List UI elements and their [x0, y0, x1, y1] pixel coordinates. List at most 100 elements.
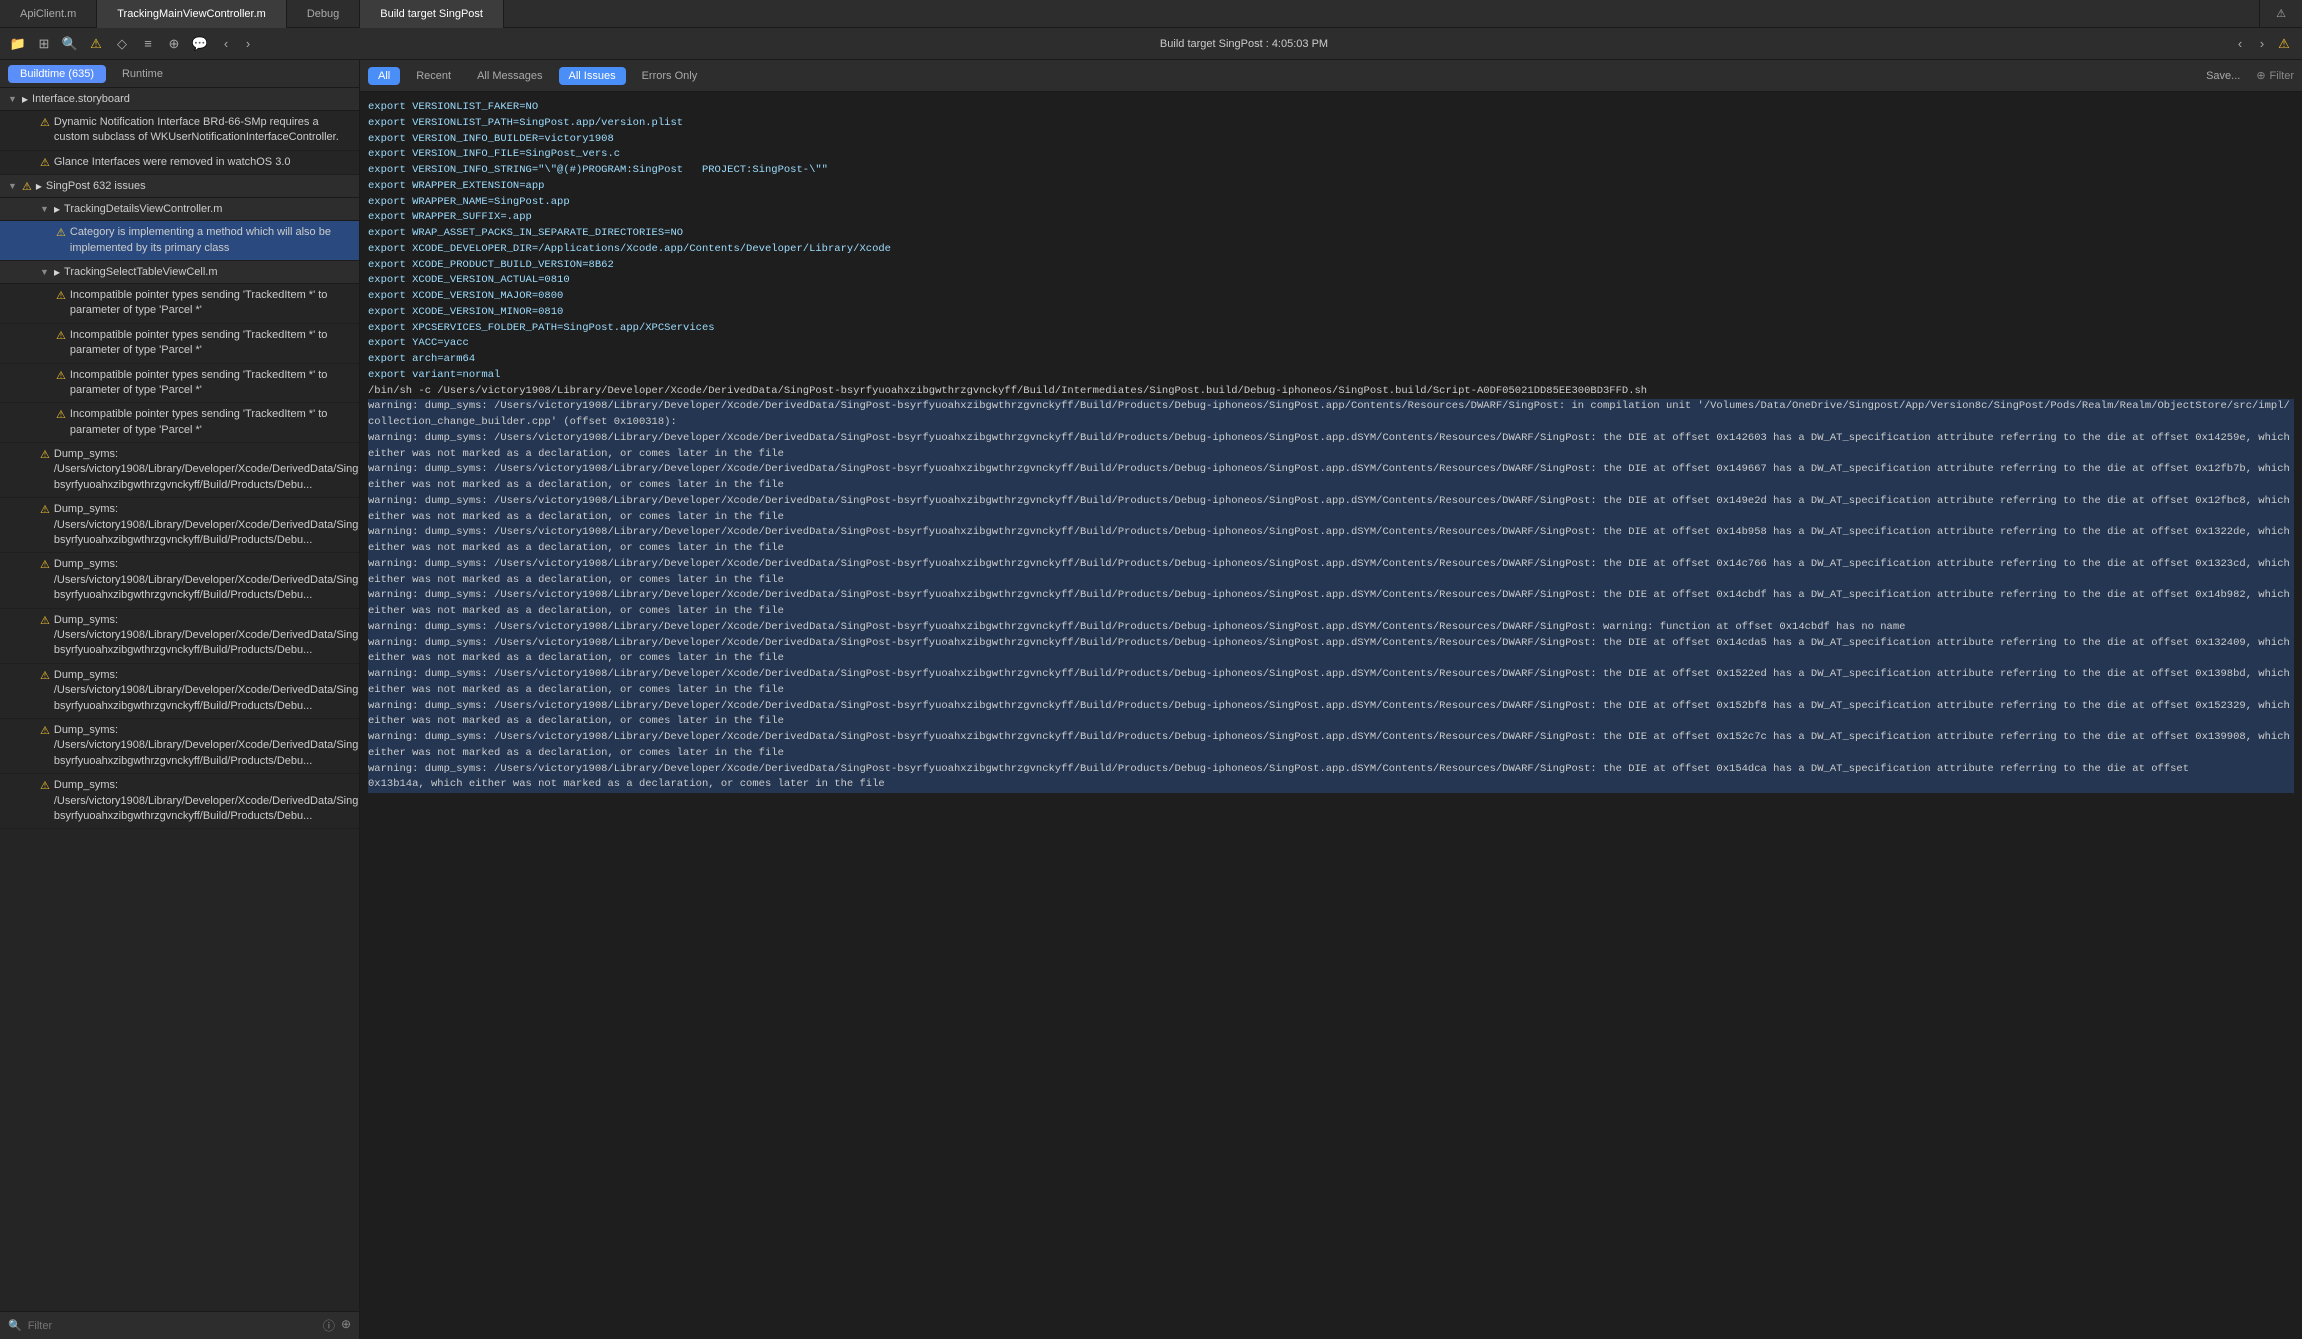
filter-all-messages-btn[interactable]: All Messages [467, 67, 552, 85]
log-line: warning: dump_syms: /Users/victory1908/L… [368, 762, 2294, 778]
group-tracking-details[interactable]: ▼ ▸ TrackingDetailsViewController.m [0, 198, 359, 221]
filter-add-icon[interactable]: ⊕ [341, 1317, 351, 1334]
log-line: export VERSIONLIST_FAKER=NO [368, 100, 2294, 116]
tab-api-client-label: ApiClient.m [20, 8, 76, 20]
tab-bar-right-nav: ⚠ [2259, 0, 2302, 28]
log-line: export XCODE_VERSION_MAJOR=0800 [368, 289, 2294, 305]
nav-next-right-icon[interactable]: › [2252, 34, 2272, 54]
warning-icon: ⚠ [40, 779, 50, 792]
group-interface-storyboard[interactable]: ▼ ▸ Interface.storyboard [0, 88, 359, 111]
tab-build-target[interactable]: Build target SingPost [360, 0, 504, 28]
filter-info-icon[interactable]: ⓘ [323, 1317, 335, 1334]
filter-bar: 🔍 ⓘ ⊕ [0, 1311, 359, 1339]
tab-debug[interactable]: Debug [287, 0, 360, 28]
issue-text: Dynamic Notification Interface BRd-66-SM… [54, 115, 351, 146]
issue-text: Dump_syms: /Users/victory1908/Library/De… [54, 557, 359, 603]
filter-recent-btn[interactable]: Recent [406, 67, 461, 85]
left-panel: Buildtime (635) Runtime ▼ ▸ Interface.st… [0, 60, 360, 1339]
issue-list: ▼ ▸ Interface.storyboard ⚠ Dynamic Notif… [0, 88, 359, 1311]
list-item[interactable]: ⚠ Dump_syms: /Users/victory1908/Library/… [0, 664, 359, 719]
toolbar-nav: ‹ › [216, 34, 258, 54]
log-line: warning: dump_syms: /Users/victory1908/L… [368, 525, 2294, 557]
search-icon[interactable]: 🔍 [60, 34, 80, 54]
group-singpost[interactable]: ▼ ⚠ ▸ SingPost 632 issues [0, 175, 359, 198]
chat-icon[interactable]: 💬 [190, 34, 210, 54]
list-item[interactable]: ⚠ Dynamic Notification Interface BRd-66-… [0, 111, 359, 151]
list-item[interactable]: ⚠ Incompatible pointer types sending 'Tr… [0, 403, 359, 443]
log-line: export VERSION_INFO_FILE=SingPost_vers.c [368, 147, 2294, 163]
chevron-icon: ▼ [40, 204, 50, 214]
log-line: export VERSIONLIST_PATH=SingPost.app/ver… [368, 116, 2294, 132]
log-line: export XCODE_DEVELOPER_DIR=/Applications… [368, 242, 2294, 258]
filter-search-icon: 🔍 [8, 1319, 22, 1332]
tab-debug-label: Debug [307, 8, 339, 20]
nav-prev-right-icon[interactable]: ‹ [2230, 34, 2250, 54]
category-issue-text: Category is implementing a method which … [70, 225, 351, 256]
warning-icon: ⚠ [40, 724, 50, 737]
save-button[interactable]: Save... [2196, 67, 2250, 85]
log-line: warning: dump_syms: /Users/victory1908/L… [368, 730, 2294, 762]
grid-icon[interactable]: ⊞ [34, 34, 54, 54]
log-line: warning: dump_syms: /Users/victory1908/L… [368, 462, 2294, 494]
filter-right: ⊕ Filter [2256, 69, 2294, 82]
issue-text: Dump_syms: /Users/victory1908/Library/De… [54, 668, 359, 714]
log-line: export XCODE_PRODUCT_BUILD_VERSION=8B62 [368, 258, 2294, 274]
filter-all-btn[interactable]: All [368, 67, 400, 85]
selected-issue-item[interactable]: ⚠ Category is implementing a method whic… [0, 221, 359, 261]
nav-next-icon[interactable]: › [238, 34, 258, 54]
issue-text: Incompatible pointer types sending 'Trac… [70, 328, 351, 359]
warning-icon: ⚠ [56, 226, 66, 239]
tab-runtime[interactable]: Runtime [110, 65, 175, 83]
log-line: export WRAPPER_NAME=SingPost.app [368, 195, 2294, 211]
list-item[interactable]: ⚠ Incompatible pointer types sending 'Tr… [0, 364, 359, 404]
filter-errors-only-btn[interactable]: Errors Only [632, 67, 708, 85]
tab-tracking-main[interactable]: TrackingMainViewController.m [97, 0, 287, 28]
warning-count-icon: ⚠ [2276, 7, 2286, 20]
tab-api-client[interactable]: ApiClient.m [0, 0, 97, 28]
filter-all-issues-btn[interactable]: All Issues [559, 67, 626, 85]
warning-icon: ⚠ [40, 558, 50, 571]
folder-icon[interactable]: 📁 [8, 34, 28, 54]
list-item[interactable]: ⚠ Dump_syms: /Users/victory1908/Library/… [0, 719, 359, 774]
chevron-down-icon: ▼ [8, 94, 18, 104]
diamond-icon[interactable]: ◇ [112, 34, 132, 54]
tab-buildtime[interactable]: Buildtime (635) [8, 65, 106, 83]
list-item[interactable]: ⚠ Incompatible pointer types sending 'Tr… [0, 284, 359, 324]
list-item[interactable]: ⚠ Dump_syms: /Users/victory1908/Library/… [0, 553, 359, 608]
warning-icon[interactable]: ⚠ [86, 34, 106, 54]
filter-icon: ⊕ [2256, 69, 2265, 82]
log-line: warning: dump_syms: /Users/victory1908/L… [368, 620, 2294, 636]
toolbar-nav-right: ‹ › ⚠ [2230, 34, 2294, 54]
list-item[interactable]: ⚠ Dump_syms: /Users/victory1908/Library/… [0, 443, 359, 498]
issue-text: Incompatible pointer types sending 'Trac… [70, 407, 351, 438]
log-line: export XCODE_VERSION_ACTUAL=0810 [368, 273, 2294, 289]
log-line: export VERSION_INFO_BUILDER=victory1908 [368, 132, 2294, 148]
warning-icon: ⚠ [56, 369, 66, 382]
list-item[interactable]: ⚠ Dump_syms: /Users/victory1908/Library/… [0, 774, 359, 829]
warning-icon: ⚠ [40, 448, 50, 461]
log-line: export WRAPPER_SUFFIX=.app [368, 210, 2294, 226]
list-icon[interactable]: ≡ [138, 34, 158, 54]
log-content[interactable]: export VERSIONLIST_FAKER=NOexport VERSIO… [360, 92, 2302, 1339]
group-tracking-select[interactable]: ▼ ▸ TrackingSelectTableViewCell.m [0, 261, 359, 284]
list-item[interactable]: ⚠ Incompatible pointer types sending 'Tr… [0, 324, 359, 364]
chevron-down-icon: ▼ [8, 181, 18, 191]
file-icon: ▸ [22, 92, 28, 106]
link-icon[interactable]: ⊕ [164, 34, 184, 54]
log-line: export YACC=yacc [368, 336, 2294, 352]
list-item[interactable]: ⚠ Glance Interfaces were removed in watc… [0, 151, 359, 175]
log-line: warning: dump_syms: /Users/victory1908/L… [368, 399, 2294, 431]
log-line: export WRAP_ASSET_PACKS_IN_SEPARATE_DIRE… [368, 226, 2294, 242]
filter-input[interactable] [28, 1320, 317, 1332]
list-item[interactable]: ⚠ Dump_syms: /Users/victory1908/Library/… [0, 609, 359, 664]
file-icon: ▸ [54, 265, 60, 279]
group-singpost-label: SingPost 632 issues [46, 180, 351, 192]
log-line: export XPCSERVICES_FOLDER_PATH=SingPost.… [368, 321, 2294, 337]
issue-text: Incompatible pointer types sending 'Trac… [70, 288, 351, 319]
nav-prev-icon[interactable]: ‹ [216, 34, 236, 54]
list-item[interactable]: ⚠ Dump_syms: /Users/victory1908/Library/… [0, 498, 359, 553]
group-tracking-details-label: TrackingDetailsViewController.m [64, 203, 351, 215]
log-line: warning: dump_syms: /Users/victory1908/L… [368, 431, 2294, 463]
tab-build-target-label: Build target SingPost [380, 8, 483, 20]
issue-text: Dump_syms: /Users/victory1908/Library/De… [54, 502, 359, 548]
